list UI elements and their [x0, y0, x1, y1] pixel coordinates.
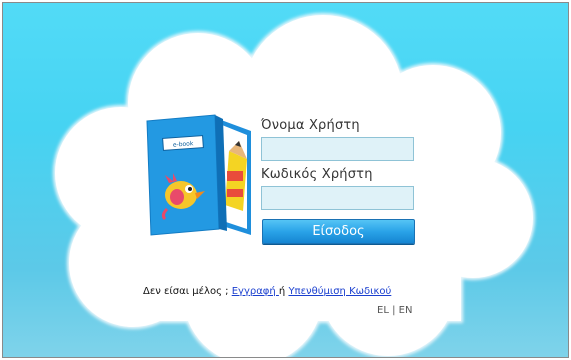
login-screen: e-book Όνομα Χρήστη Κωδικός Χρήστη Είσοδ… — [2, 2, 569, 358]
register-link[interactable]: Εγγραφή — [232, 286, 279, 297]
login-button[interactable]: Είσοδος — [262, 219, 415, 244]
lang-separator: | — [388, 305, 399, 316]
ebook-logo: e-book — [173, 140, 194, 148]
password-reminder-link[interactable]: Υπενθύμιση Κωδικού — [288, 286, 391, 297]
footer-links: Δεν είσαι μέλος ; Εγγραφή ή Υπενθύμιση Κ… — [143, 286, 391, 297]
lang-en-link[interactable]: EN — [399, 305, 413, 316]
username-field[interactable] — [261, 137, 414, 161]
ebook-illustration: e-book — [146, 114, 251, 236]
password-field[interactable] — [261, 186, 414, 210]
lang-el-link[interactable]: EL — [377, 305, 389, 316]
not-member-text: Δεν είσαι μέλος ; — [143, 286, 232, 297]
language-switcher: EL | EN — [377, 305, 412, 316]
password-label: Κωδικός Χρήστη — [261, 167, 373, 182]
username-label: Όνομα Χρήστη — [261, 118, 360, 133]
